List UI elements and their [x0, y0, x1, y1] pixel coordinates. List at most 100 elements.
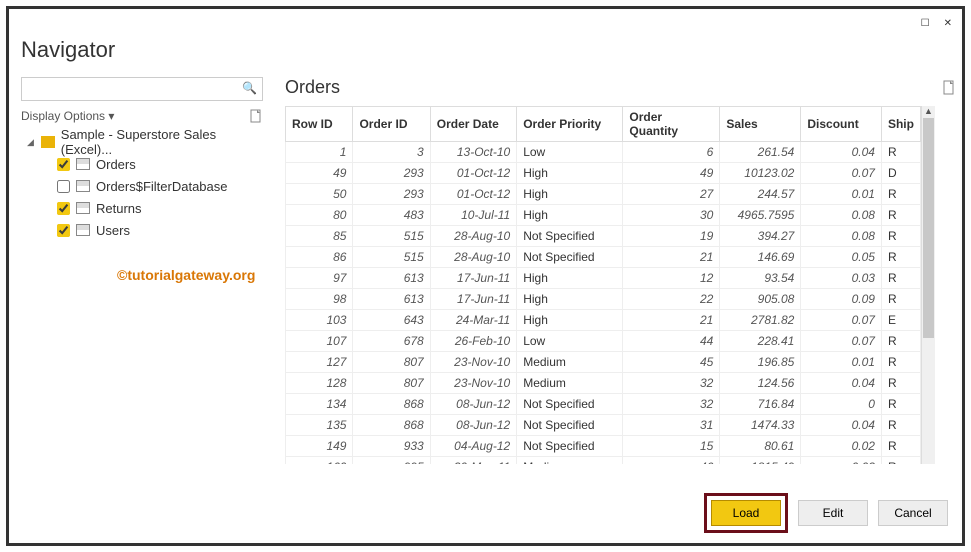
cell: 93.54	[720, 268, 801, 289]
table-row[interactable]: 9861317-Jun-11High22905.080.09R	[286, 289, 921, 310]
table-row[interactable]: 16099530-May-11Medium461815.490.03R	[286, 457, 921, 465]
cell: 0.08	[801, 205, 882, 226]
table-row[interactable]: 1313-Oct-10Low6261.540.04R	[286, 142, 921, 163]
cell: R	[881, 352, 920, 373]
cell: 0.05	[801, 247, 882, 268]
tree-checkbox[interactable]	[57, 180, 70, 193]
cell: 22	[623, 289, 720, 310]
header-row: Row ID Order ID Order Date Order Priorit…	[286, 107, 921, 142]
cell: 1	[286, 142, 353, 163]
tree-item-label: Orders	[96, 157, 136, 172]
tree-checkbox[interactable]	[57, 202, 70, 215]
table-row[interactable]: 8048310-Jul-11High304965.75950.08R	[286, 205, 921, 226]
table-row[interactable]: 12880723-Nov-10Medium32124.560.04R	[286, 373, 921, 394]
tree-item-returns[interactable]: Returns	[15, 197, 269, 219]
folder-icon	[41, 136, 55, 148]
col-header[interactable]: Order Date	[430, 107, 516, 142]
refresh-icon[interactable]	[249, 109, 263, 123]
scroll-thumb[interactable]	[923, 118, 934, 338]
watermark: ©tutorialgateway.org	[117, 267, 255, 283]
table-row[interactable]: 4929301-Oct-12High4910123.020.07D	[286, 163, 921, 184]
cell: Medium	[517, 457, 623, 465]
col-header[interactable]: Row ID	[286, 107, 353, 142]
cell: 0.08	[801, 226, 882, 247]
preview-panel: Orders Row ID	[275, 77, 956, 479]
cell: 49	[286, 163, 353, 184]
dialog-title: Navigator	[21, 37, 956, 63]
cell: 196.85	[720, 352, 801, 373]
chevron-down-icon: ▾	[108, 109, 114, 123]
cell: 244.57	[720, 184, 801, 205]
edit-button[interactable]: Edit	[798, 500, 868, 526]
cell: 10123.02	[720, 163, 801, 184]
cell: 17-Jun-11	[430, 289, 516, 310]
maximize-icon[interactable]: ☐	[921, 18, 930, 29]
cell: 4965.7595	[720, 205, 801, 226]
cell: 24-Mar-11	[430, 310, 516, 331]
cell: 0.03	[801, 268, 882, 289]
collapse-icon[interactable]: ◢	[27, 137, 35, 148]
table-row[interactable]: 9761317-Jun-11High1293.540.03R	[286, 268, 921, 289]
cell: 807	[353, 373, 430, 394]
load-button-highlight: Load	[704, 493, 788, 533]
cell: 31	[623, 415, 720, 436]
cell: Low	[517, 331, 623, 352]
search-icon[interactable]: 🔍	[242, 81, 257, 95]
cell: 0.09	[801, 289, 882, 310]
page-icon[interactable]	[942, 80, 956, 96]
cell: 08-Jun-12	[430, 394, 516, 415]
cell: 135	[286, 415, 353, 436]
cell: 124.56	[720, 373, 801, 394]
tree-item-ordersfilter[interactable]: Orders$FilterDatabase	[15, 175, 269, 197]
cell: 30-May-11	[430, 457, 516, 465]
table-row[interactable]: 12780723-Nov-10Medium45196.850.01R	[286, 352, 921, 373]
cell: Medium	[517, 373, 623, 394]
load-button[interactable]: Load	[711, 500, 781, 526]
cell: 160	[286, 457, 353, 465]
table-row[interactable]: 8651528-Aug-10Not Specified21146.690.05R	[286, 247, 921, 268]
cell: 08-Jun-12	[430, 415, 516, 436]
col-header[interactable]: Discount	[801, 107, 882, 142]
tree-checkbox[interactable]	[57, 158, 70, 171]
table-row[interactable]: 5029301-Oct-12High27244.570.01R	[286, 184, 921, 205]
cell: 0.04	[801, 142, 882, 163]
cell: 0.04	[801, 373, 882, 394]
cell: 98	[286, 289, 353, 310]
vertical-scrollbar[interactable]: ▲ ▼	[921, 106, 935, 464]
tree-item-users[interactable]: Users	[15, 219, 269, 241]
cell: R	[881, 394, 920, 415]
table-row[interactable]: 13486808-Jun-12Not Specified32716.840R	[286, 394, 921, 415]
col-header[interactable]: Sales	[720, 107, 801, 142]
table-icon	[76, 224, 90, 236]
navigator-dialog: ☐ ✕ Navigator 🔍 Display Options ▾ ◢ Samp…	[6, 6, 965, 546]
scroll-up-icon[interactable]: ▲	[922, 106, 935, 116]
table-row[interactable]: 10767826-Feb-10Low44228.410.07R	[286, 331, 921, 352]
cell: 0.03	[801, 457, 882, 465]
col-header[interactable]: Order Quantity	[623, 107, 720, 142]
cell: 28-Aug-10	[430, 226, 516, 247]
table-row[interactable]: 10364324-Mar-11High212781.820.07E	[286, 310, 921, 331]
cell: 21	[623, 247, 720, 268]
search-input[interactable]	[21, 77, 263, 101]
table-row[interactable]: 8551528-Aug-10Not Specified19394.270.08R	[286, 226, 921, 247]
cell: 933	[353, 436, 430, 457]
col-header[interactable]: Ship	[881, 107, 920, 142]
cancel-button[interactable]: Cancel	[878, 500, 948, 526]
cell: 28-Aug-10	[430, 247, 516, 268]
display-options[interactable]: Display Options ▾	[21, 109, 263, 123]
cell: 13-Oct-10	[430, 142, 516, 163]
col-header[interactable]: Order ID	[353, 107, 430, 142]
table-row[interactable]: 13586808-Jun-12Not Specified311474.330.0…	[286, 415, 921, 436]
cell: 995	[353, 457, 430, 465]
cell: 97	[286, 268, 353, 289]
cell: High	[517, 310, 623, 331]
col-header[interactable]: Order Priority	[517, 107, 623, 142]
tree-root[interactable]: ◢ Sample - Superstore Sales (Excel)...	[15, 131, 269, 153]
cell: 86	[286, 247, 353, 268]
close-icon[interactable]: ✕	[944, 18, 952, 29]
table-row[interactable]: 14993304-Aug-12Not Specified1580.610.02R	[286, 436, 921, 457]
tree-checkbox[interactable]	[57, 224, 70, 237]
cell: R	[881, 184, 920, 205]
cell: High	[517, 268, 623, 289]
cell: High	[517, 289, 623, 310]
